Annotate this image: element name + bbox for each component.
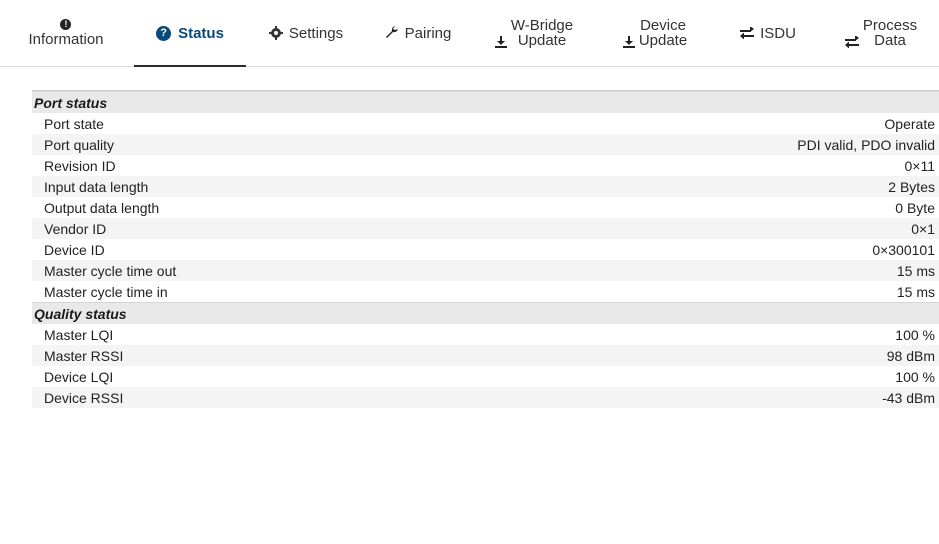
tab-status-label: Status [178, 24, 224, 42]
tab-pairing-label: Pairing [404, 24, 452, 42]
table-row: Output data length 0 Byte [32, 197, 939, 218]
row-value: 0 Byte [895, 199, 935, 216]
row-key: Device LQI [44, 368, 114, 385]
row-key: Port state [44, 115, 104, 132]
row-key: Revision ID [44, 157, 116, 174]
table-row: Device RSSI -43 dBm [32, 387, 939, 408]
download-icon [622, 36, 635, 48]
tab-status[interactable]: ? Status [132, 0, 248, 67]
table-row: Device LQI 100 % [32, 366, 939, 387]
row-key: Port quality [44, 136, 115, 153]
row-value: 0×300101 [872, 241, 935, 258]
swap-arrows-icon [844, 36, 859, 48]
row-key: Master cycle time in [44, 283, 168, 300]
table-row: Master cycle time out 15 ms [32, 260, 939, 281]
tab-device-update[interactable]: Device Update [600, 0, 710, 66]
section-title: Port status [34, 94, 108, 111]
table-row: Revision ID 0×11 [32, 155, 939, 176]
quality-status-rows: Master LQI 100 % Master RSSI 98 dBm Device… [32, 324, 939, 408]
download-icon [494, 36, 507, 48]
row-value: PDI valid, PDO invalid [797, 136, 935, 153]
table-row: Input data length 2 Bytes [32, 176, 939, 197]
row-value: 2 Bytes [888, 178, 935, 195]
tab-bar: ! Information ? Status Settings Pairing … [0, 0, 939, 67]
row-key: Master cycle time out [44, 262, 177, 279]
gear-icon [268, 26, 283, 40]
row-key: Input data length [44, 178, 149, 195]
tab-information-label: Information [28, 31, 104, 48]
tab-pairing[interactable]: Pairing [366, 0, 470, 66]
row-value: 15 ms [896, 262, 935, 279]
row-value: 100 % [895, 368, 935, 385]
table-row: Device ID 0×300101 [32, 239, 939, 260]
tab-isdu-label: ISDU [760, 24, 796, 42]
row-value: 98 dBm [886, 347, 935, 364]
tab-wbridge-label-line2: Update [517, 32, 567, 49]
tab-wbridge-update[interactable]: W-Bridge Update [478, 0, 590, 66]
tab-settings-label: Settings [288, 24, 344, 42]
row-key: Vendor ID [44, 220, 107, 237]
tab-information[interactable]: ! Information [12, 0, 120, 66]
tab-process-label-line1: Process [862, 17, 918, 34]
tab-isdu[interactable]: ISDU [722, 0, 814, 66]
row-key: Device ID [44, 241, 105, 258]
tab-process-data[interactable]: Process Data [826, 0, 936, 66]
tab-device-label-line2: Update [638, 32, 688, 49]
row-key: Master LQI [44, 326, 114, 343]
section-quality-status: Quality status [32, 302, 939, 324]
wrench-icon [385, 26, 399, 40]
tab-device-label-line1: Device [640, 17, 686, 34]
row-value: 100 % [895, 326, 935, 343]
port-status-rows: Port state Operate Port quality PDI valid,… [32, 113, 939, 302]
row-value: 0×1 [911, 220, 935, 237]
question-circle-icon: ? [156, 25, 172, 41]
table-row: Port quality PDI valid, PDO invalid [32, 134, 939, 155]
status-panel: Port status Port state Operate Port quali… [32, 90, 939, 408]
row-value: 15 ms [896, 283, 935, 300]
table-row: Port state Operate [32, 113, 939, 134]
row-value: -43 dBm [882, 389, 935, 406]
tab-wbridge-label-line1: W-Bridge [510, 17, 574, 34]
section-title: Quality status [34, 305, 127, 322]
info-circle-icon: ! [60, 19, 72, 30]
row-key: Master RSSI [44, 347, 124, 364]
tab-process-label-line2: Data [874, 32, 906, 49]
tab-settings[interactable]: Settings [256, 0, 356, 66]
table-row: Master cycle time in 15 ms [32, 281, 939, 302]
swap-arrows-icon [740, 27, 755, 39]
row-key: Device RSSI [44, 389, 124, 406]
section-port-status: Port status [32, 91, 939, 113]
row-value: Operate [884, 115, 935, 132]
table-row: Master RSSI 98 dBm [32, 345, 939, 366]
row-key: Output data length [44, 199, 160, 216]
table-row: Master LQI 100 % [32, 324, 939, 345]
row-value: 0×11 [904, 157, 936, 174]
table-row: Vendor ID 0×1 [32, 218, 939, 239]
